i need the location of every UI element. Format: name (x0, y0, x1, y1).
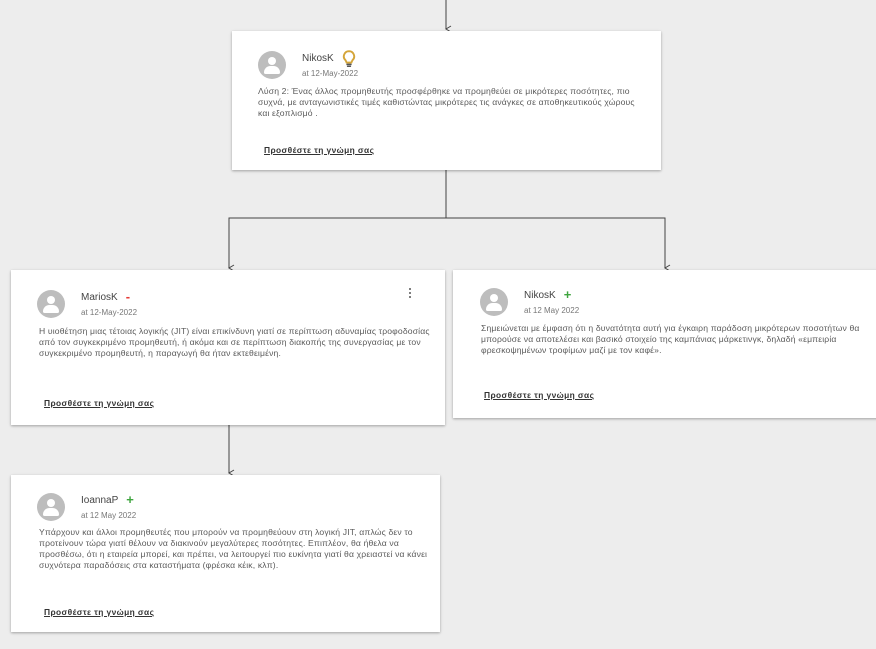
opinion-text: Σημειώνεται με έμφαση ότι η δυνατότητα α… (481, 323, 860, 355)
add-opinion-link[interactable]: Προσθέστε τη γνώμη σας (484, 390, 594, 400)
plus-icon: + (126, 492, 134, 507)
lightbulb-icon (342, 50, 355, 67)
add-opinion-link[interactable]: Προσθέστε τη γνώμη σας (44, 607, 154, 617)
author-name[interactable]: IoannaP (81, 495, 118, 506)
author-name[interactable]: MariosK (81, 292, 118, 303)
post-date: at 12-May-2022 (81, 308, 138, 317)
add-opinion-link[interactable]: Προσθέστε τη γνώμη σας (44, 398, 154, 408)
opinion-text: Η υιοθέτηση μιας τέτοιας λογικής (JIT) ε… (39, 326, 430, 358)
opinion-card: IoannaP + at 12 May 2022 Υπάρχουν και άλ… (11, 475, 440, 632)
plus-icon: + (563, 287, 572, 302)
author-name[interactable]: NikosK (302, 53, 334, 64)
opinion-card: NikosK + at 12 May 2022 Σημειώνεται με έ… (453, 270, 876, 418)
more-options-icon[interactable] (407, 288, 413, 300)
post-date: at 12 May 2022 (524, 306, 580, 315)
post-date: at 12 May 2022 (81, 511, 137, 520)
author-name[interactable]: NikosK (524, 290, 556, 301)
connector-branches (228, 217, 666, 268)
post-date: at 12-May-2022 (302, 69, 359, 78)
avatar (37, 493, 65, 521)
avatar (37, 290, 65, 318)
solution-text: Λύση 2: Ένας άλλος προμηθευτής προσφέρθη… (258, 86, 635, 118)
opinion-card: MariosK - at 12-May-2022 Η υιοθέτηση μια… (11, 270, 445, 425)
avatar (258, 51, 286, 79)
opinion-text: Υπάρχουν και άλλοι προμηθευτές που μπορο… (39, 527, 428, 570)
solution-card: NikosK at 12-May-2022 Λύση 2: Ένας άλλος… (232, 31, 661, 170)
avatar (480, 288, 508, 316)
minus-icon: - (125, 289, 131, 304)
add-opinion-link[interactable]: Προσθέστε τη γνώμη σας (264, 145, 374, 155)
